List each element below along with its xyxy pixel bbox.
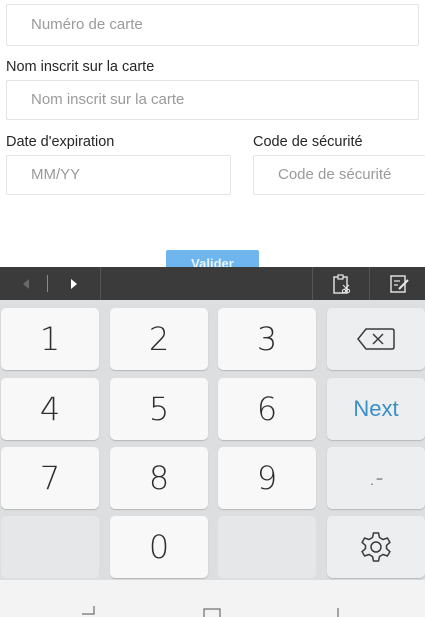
toolbar-divider — [47, 275, 48, 292]
edit-button[interactable] — [372, 267, 425, 300]
key-label: 0 — [148, 528, 170, 566]
toolbar-divider — [369, 267, 370, 300]
next-key[interactable]: Next — [327, 378, 425, 440]
cursor-right-button[interactable] — [54, 267, 94, 300]
backspace-icon — [357, 328, 395, 350]
key-2[interactable]: 2 — [110, 308, 208, 370]
punctuation-key[interactable]: .- — [327, 447, 425, 509]
system-nav-bar — [0, 580, 425, 617]
blank-key-right — [218, 516, 316, 578]
key-3[interactable]: 3 — [218, 308, 316, 370]
key-7[interactable]: 7 — [1, 447, 99, 509]
key-label: 2 — [148, 320, 170, 358]
key-label: 9 — [256, 459, 278, 497]
cursor-left-button[interactable] — [6, 267, 46, 300]
key-label: 4 — [39, 390, 61, 428]
cvv-input[interactable]: Code de sécurité — [253, 155, 425, 195]
key-label: 7 — [39, 459, 61, 497]
numeric-keyboard: 1 2 3 4 5 6 Next 7 8 9 .- 0 — [0, 300, 425, 580]
backspace-key[interactable] — [327, 308, 425, 370]
key-label: 6 — [256, 390, 278, 428]
toolbar-divider — [100, 267, 101, 300]
key-label: 3 — [256, 320, 278, 358]
key-label: 8 — [148, 459, 170, 497]
key-8[interactable]: 8 — [110, 447, 208, 509]
cursor-left-icon — [23, 278, 29, 289]
edit-icon — [389, 274, 409, 293]
card-number-input[interactable]: Numéro de carte — [6, 4, 419, 46]
payment-screen: Numéro de carte Nom inscrit sur la carte… — [0, 0, 425, 617]
clipboard-icon — [332, 273, 350, 294]
clipboard-button[interactable] — [313, 267, 368, 300]
back-nav-icon[interactable] — [80, 606, 96, 617]
name-input[interactable]: Nom inscrit sur la carte — [6, 80, 419, 120]
gear-icon — [361, 532, 391, 562]
expiry-label: Date d'expiration — [6, 134, 115, 150]
key-0[interactable]: 0 — [110, 516, 208, 578]
key-6[interactable]: 6 — [218, 378, 316, 440]
next-label: Next — [353, 396, 399, 421]
punct-label: .- — [368, 465, 384, 491]
expiry-input[interactable]: MM/YY — [6, 155, 231, 195]
name-label: Nom inscrit sur la carte — [6, 59, 155, 75]
key-9[interactable]: 9 — [218, 447, 316, 509]
cvv-label: Code de sécurité — [253, 134, 363, 150]
keyboard-toolbar — [0, 267, 425, 300]
key-5[interactable]: 5 — [110, 378, 208, 440]
blank-key-left — [1, 516, 99, 578]
settings-key[interactable] — [327, 516, 425, 578]
key-label: 1 — [39, 320, 61, 358]
recents-nav-icon[interactable] — [335, 608, 341, 617]
key-4[interactable]: 4 — [1, 378, 99, 440]
cursor-right-icon — [71, 278, 77, 289]
key-1[interactable]: 1 — [1, 308, 99, 370]
home-nav-icon[interactable] — [203, 608, 221, 617]
key-label: 5 — [148, 390, 170, 428]
